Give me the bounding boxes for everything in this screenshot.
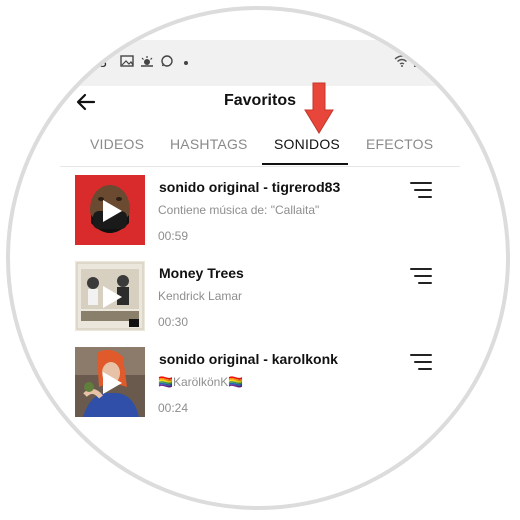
sound-title: sonido original - karolkonk xyxy=(159,351,338,367)
tab-efectos[interactable]: EFECTOS xyxy=(366,136,433,152)
sound-thumbnail[interactable] xyxy=(75,261,145,331)
annotation-arrow-icon xyxy=(304,82,334,134)
sound-subtitle: 🏳️‍🌈KarölkönK🏳️‍🌈 xyxy=(158,375,244,389)
header: Favoritos xyxy=(60,86,460,118)
tab-sonidos[interactable]: SONIDOS xyxy=(274,136,340,152)
dot-icon xyxy=(184,61,188,65)
status-bar xyxy=(10,40,506,86)
sound-subtitle: Kendrick Lamar xyxy=(158,289,243,303)
menu-lines-icon[interactable] xyxy=(410,181,432,199)
sound-title: sonido original - tigrerod83 xyxy=(159,179,341,195)
active-tab-indicator xyxy=(262,163,348,165)
tab-bar: VIDEOS HASHTAGS SONIDOS EFECTOS xyxy=(60,130,460,167)
sound-duration: 00:30 xyxy=(158,315,189,329)
menu-lines-icon[interactable] xyxy=(410,267,432,285)
tab-videos[interactable]: VIDEOS xyxy=(90,136,144,152)
sound-duration: 00:59 xyxy=(158,229,189,243)
image-icon xyxy=(120,54,134,72)
status-icons-left xyxy=(120,54,188,72)
play-icon xyxy=(103,286,122,308)
phone-screen: :33 Favoritos VIDEOS HASHTAGS SONIDOS EF… xyxy=(10,10,506,506)
weather-icon xyxy=(140,54,154,72)
play-icon xyxy=(103,200,122,222)
play-icon xyxy=(103,372,122,394)
sound-list-item[interactable]: Money Trees Kendrick Lamar 00:30 xyxy=(74,261,454,333)
tab-hashtags[interactable]: HASHTAGS xyxy=(170,136,248,152)
sound-title: Money Trees xyxy=(159,265,244,281)
sound-list-item[interactable]: sonido original - karolkonk 🏳️‍🌈Karölkön… xyxy=(74,347,454,419)
sound-thumbnail[interactable] xyxy=(75,175,145,245)
sound-thumbnail[interactable] xyxy=(75,347,145,417)
sound-list-item[interactable]: sonido original - tigrerod83 Contiene mú… xyxy=(74,175,454,247)
sound-subtitle: Contiene música de: "Callaita" xyxy=(158,203,320,217)
sound-duration: 00:24 xyxy=(158,401,189,415)
whatsapp-icon xyxy=(160,54,174,72)
menu-lines-icon[interactable] xyxy=(410,353,432,371)
page-title: Favoritos xyxy=(223,92,296,109)
